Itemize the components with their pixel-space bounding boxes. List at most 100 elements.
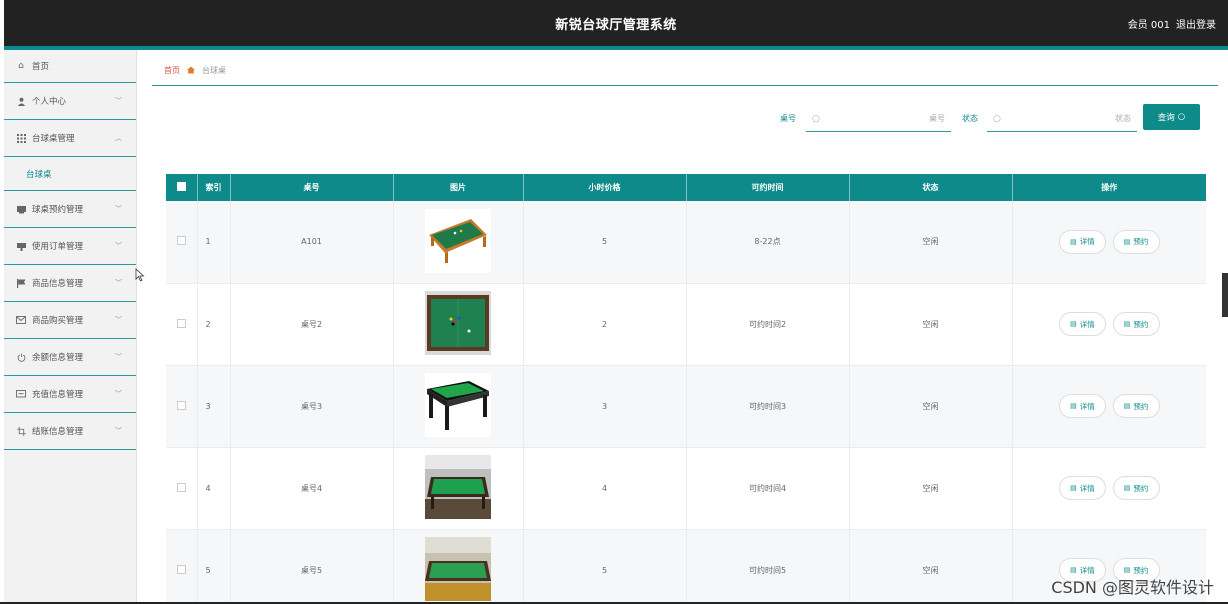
reserve-button-label: 预约 — [1133, 237, 1149, 247]
document-icon: ▤ — [1123, 320, 1131, 328]
reserve-button[interactable]: ▤ 预约 — [1112, 229, 1160, 254]
search-icon: ○ — [993, 113, 1001, 124]
status-input[interactable]: ○ 状态 — [987, 106, 1137, 132]
row-status: 空闲 — [849, 201, 1013, 284]
reserve-button-label: 预约 — [1133, 401, 1149, 411]
sidebar-item-personal-center[interactable]: 个人中心 ﹀ — [4, 83, 136, 120]
row-available-time: 可约时间5 — [686, 529, 850, 604]
sidebar-item-label: 结账信息管理 — [32, 427, 84, 437]
row-status: 空闲 — [849, 529, 1013, 604]
sidebar-item-label: 首页 — [32, 62, 50, 72]
reserve-button[interactable]: ▤ 预约 — [1112, 312, 1160, 336]
document-icon: ▤ — [1070, 484, 1077, 492]
column-header-hourly-price: 小时价格 — [523, 174, 687, 201]
flag-icon — [16, 278, 26, 288]
row-checkbox-cell — [166, 201, 198, 284]
sidebar-item-product-info-management[interactable]: 商品信息管理 ﹀ — [4, 265, 136, 302]
row-actions: ▤ 详情 ▤ 预约 — [1012, 201, 1206, 284]
sidebar-item-label: 商品购买管理 — [32, 316, 84, 326]
search-bar: 桌号 ○ 桌号 状态 ○ 状态 查询 ○ — [780, 104, 1200, 132]
search-icon: ○ — [1177, 112, 1186, 122]
search-icon: ○ — [812, 113, 820, 124]
mouse-pointer-icon — [135, 268, 145, 285]
table-no-placeholder: 桌号 — [929, 114, 945, 123]
detail-button[interactable]: ▤ 详情 — [1058, 312, 1106, 336]
column-header-table-no: 桌号 — [230, 174, 394, 201]
sidebar-item-label: 余额信息管理 — [32, 353, 84, 363]
chevron-down-icon: ﹀ — [115, 427, 122, 435]
billiard-table-image — [425, 455, 491, 519]
row-checkbox[interactable] — [176, 482, 186, 492]
detail-button[interactable]: ▤ 详情 — [1058, 476, 1106, 500]
query-button-label: 查询 — [1157, 113, 1175, 123]
logout-link[interactable]: 退出登录 — [1176, 16, 1216, 31]
mail-icon — [16, 315, 26, 325]
detail-button[interactable]: ▤ 详情 — [1058, 229, 1106, 254]
sidebar-item-checkout-management[interactable]: 结账信息管理 ﹀ — [4, 413, 136, 450]
reserve-button[interactable]: ▤ 预约 — [1112, 476, 1160, 500]
table-no-label: 桌号 — [780, 114, 796, 123]
row-index: 4 — [197, 447, 231, 530]
row-checkbox[interactable] — [176, 564, 186, 574]
sidebar-item-order-management[interactable]: 使用订单管理 ﹀ — [4, 228, 136, 265]
row-available-time: 可约时间3 — [686, 365, 850, 448]
table-row: 3 桌号3 3 可约时间3 空闲 ▤ 详情 ▤ 预约 — [166, 365, 1206, 448]
sidebar-item-table-management[interactable]: 台球桌管理 ︿ — [4, 120, 136, 157]
billiard-table-image — [425, 373, 491, 437]
sidebar-subitem-billiard-table[interactable]: 台球桌 — [4, 157, 136, 191]
table-row: 4 桌号4 4 可约时间4 空闲 ▤ 详情 ▤ 预约 — [166, 447, 1206, 530]
sidebar-item-balance-management[interactable]: 余额信息管理 ﹀ — [4, 339, 136, 376]
select-all-header[interactable] — [166, 174, 198, 201]
document-icon: ▤ — [1070, 320, 1077, 328]
detail-button[interactable]: ▤ 详情 — [1058, 394, 1106, 418]
row-actions: ▤ 详情 ▤ 预约 — [1012, 447, 1206, 530]
document-icon: ▤ — [1070, 237, 1077, 246]
row-checkbox[interactable] — [176, 236, 186, 246]
sidebar-item-label: 个人中心 — [32, 97, 67, 107]
row-index: 5 — [197, 529, 231, 604]
scrollbar-handle[interactable] — [1222, 273, 1228, 317]
row-checkbox[interactable] — [176, 318, 186, 328]
row-available-time: 可约时间4 — [686, 447, 850, 530]
watermark: CSDN @图灵软件设计 — [1051, 578, 1214, 597]
row-table-no: 桌号3 — [230, 365, 394, 448]
sidebar-item-home[interactable]: ⌂ 首页 — [4, 50, 136, 83]
row-image-cell — [393, 201, 524, 284]
document-icon: ▤ — [1123, 237, 1131, 246]
row-checkbox[interactable] — [176, 400, 186, 410]
billiard-table-list: 索引 桌号 图片 小时价格 可约时间 状态 操作 1 A101 5 8-22点 … — [166, 174, 1206, 604]
sidebar-item-label: 球桌预约管理 — [32, 205, 84, 215]
row-checkbox-cell — [166, 447, 198, 530]
user-icon — [16, 96, 26, 106]
row-actions: ▤ 详情 ▤ 预约 — [1012, 283, 1206, 366]
grid-icon — [16, 133, 26, 143]
table-row: 2 桌号2 2 可约时间2 空闲 ▤ 详情 ▤ 预约 — [166, 283, 1206, 366]
sidebar-item-recharge-management[interactable]: 充值信息管理 ﹀ — [4, 376, 136, 413]
select-all-checkbox[interactable] — [176, 182, 186, 191]
detail-button-label: 详情 — [1079, 319, 1095, 329]
row-available-time: 8-22点 — [686, 201, 850, 284]
query-button[interactable]: 查询 ○ — [1143, 104, 1200, 130]
user-name[interactable]: 会员 001 — [1128, 16, 1170, 31]
reserve-button[interactable]: ▤ 预约 — [1112, 394, 1160, 418]
column-header-status: 状态 — [849, 174, 1013, 201]
breadcrumb-home[interactable]: 首页 — [164, 65, 180, 76]
chevron-down-icon: ﹀ — [115, 97, 122, 105]
sidebar-item-purchase-management[interactable]: 商品购买管理 ﹀ — [4, 302, 136, 339]
column-header-index: 索引 — [197, 174, 231, 201]
row-price: 3 — [523, 365, 687, 448]
row-price: 2 — [523, 283, 687, 366]
row-checkbox-cell — [166, 283, 198, 366]
row-actions: ▤ 详情 ▤ 预约 — [1012, 365, 1206, 448]
row-price: 5 — [523, 201, 687, 284]
row-status: 空闲 — [849, 283, 1013, 366]
sidebar-item-reservation-management[interactable]: 球桌预约管理 ﹀ — [4, 191, 136, 228]
table-no-input[interactable]: ○ 桌号 — [806, 106, 951, 132]
status-placeholder: 状态 — [1115, 114, 1131, 123]
row-image-cell — [393, 283, 524, 366]
house-icon — [187, 66, 195, 76]
row-table-no: 桌号5 — [230, 529, 394, 604]
status-label: 状态 — [962, 114, 978, 123]
column-header-available-time: 可约时间 — [686, 174, 850, 201]
chevron-down-icon: ﹀ — [115, 316, 122, 324]
